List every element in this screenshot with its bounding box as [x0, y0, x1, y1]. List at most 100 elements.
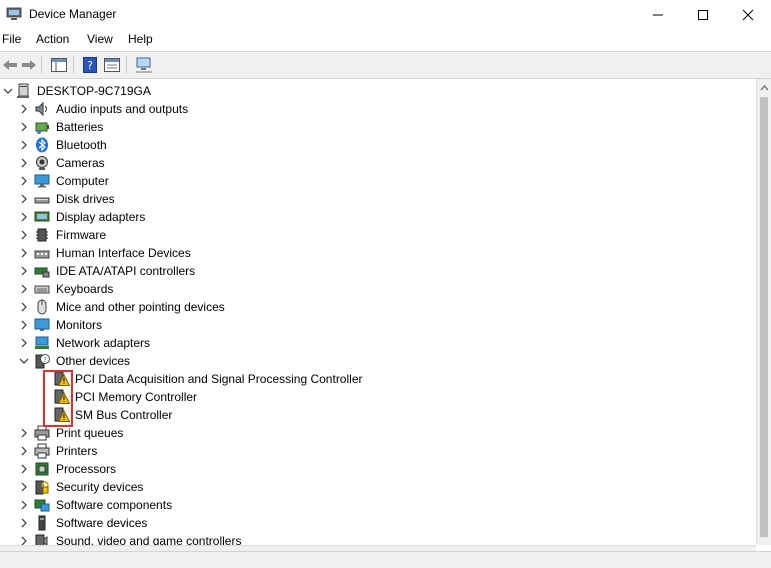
category-firmware[interactable]: Firmware	[0, 226, 740, 244]
camera-icon	[36, 156, 48, 170]
minimize-icon	[653, 14, 663, 15]
category-keyboards[interactable]: Keyboards	[0, 280, 740, 298]
category-ide-ata-atapi-controllers[interactable]: IDE ATA/ATAPI controllers	[0, 262, 740, 280]
expand-toggle[interactable]	[18, 103, 30, 115]
vertical-scrollbar[interactable]	[756, 79, 771, 545]
expand-toggle[interactable]	[18, 229, 30, 241]
category-computer[interactable]: Computer	[0, 172, 740, 190]
collapse-toggle[interactable]	[18, 355, 30, 367]
toolbar-separator	[73, 56, 74, 74]
category-print-queues[interactable]: Print queues	[0, 424, 740, 442]
expand-toggle[interactable]	[18, 139, 30, 151]
chevron-right-icon	[21, 212, 27, 222]
expand-toggle[interactable]	[18, 517, 30, 529]
category-cameras[interactable]: Cameras	[0, 154, 740, 172]
category-bluetooth[interactable]: Bluetooth	[0, 136, 740, 154]
chevron-right-icon	[21, 446, 27, 456]
expand-toggle[interactable]	[18, 283, 30, 295]
help-book-icon: ?	[83, 57, 97, 73]
maximize-icon	[698, 9, 708, 20]
expand-toggle[interactable]	[18, 121, 30, 133]
expand-toggle[interactable]	[18, 445, 30, 457]
category-software-components[interactable]: Software components	[0, 496, 740, 514]
expand-toggle[interactable]	[18, 175, 30, 187]
expand-toggle[interactable]	[18, 301, 30, 313]
category-processors[interactable]: Processors	[0, 460, 740, 478]
expand-toggle[interactable]	[18, 319, 30, 331]
expand-toggle[interactable]	[18, 481, 30, 493]
menu-action[interactable]: Action	[36, 32, 69, 46]
collapse-toggle[interactable]	[2, 85, 14, 97]
print-queue-icon	[34, 425, 50, 441]
expand-toggle[interactable]	[18, 499, 30, 511]
expand-toggle[interactable]	[18, 535, 30, 545]
title-bar: Device Manager	[0, 0, 771, 29]
computer-icon	[34, 174, 50, 188]
menu-help[interactable]: Help	[128, 32, 153, 46]
chevron-right-icon	[21, 536, 27, 545]
help-button[interactable]: ?	[80, 55, 100, 75]
expand-toggle[interactable]	[18, 337, 30, 349]
menu-view[interactable]: View	[87, 32, 113, 46]
category-display-adapters[interactable]: Display adapters	[0, 208, 740, 226]
category-other-devices[interactable]: ? Other devices	[0, 352, 740, 370]
chevron-right-icon	[21, 104, 27, 114]
expand-toggle[interactable]	[18, 463, 30, 475]
category-label: Batteries	[56, 120, 104, 134]
expand-toggle[interactable]	[18, 157, 30, 169]
device-pci-data-acquisition-controller[interactable]: PCI Data Acquisition and Signal Processi…	[0, 370, 740, 388]
minimize-button[interactable]	[635, 0, 681, 29]
warning-device-icon	[54, 389, 70, 404]
expand-toggle[interactable]	[18, 211, 30, 223]
unknown-device-icon: ?	[35, 354, 50, 369]
back-button[interactable]	[0, 55, 20, 75]
expand-toggle[interactable]	[18, 427, 30, 439]
back-arrow-icon	[3, 60, 17, 70]
close-button[interactable]	[725, 0, 771, 29]
toolbar-separator	[126, 56, 127, 74]
category-mice-and-other-pointing-devices[interactable]: Mice and other pointing devices	[0, 298, 740, 316]
menu-file[interactable]: File	[2, 32, 21, 46]
category-label: IDE ATA/ATAPI controllers	[56, 264, 196, 278]
category-security-devices[interactable]: Security devices	[0, 478, 740, 496]
category-audio-inputs-and-outputs[interactable]: Audio inputs and outputs	[0, 100, 740, 118]
chevron-right-icon	[21, 176, 27, 186]
category-printers[interactable]: Printers	[0, 442, 740, 460]
chevron-right-icon	[21, 194, 27, 204]
maximize-button[interactable]	[680, 0, 726, 29]
properties-button[interactable]	[102, 55, 122, 75]
category-network-adapters[interactable]: Network adapters	[0, 334, 740, 352]
expand-toggle[interactable]	[18, 265, 30, 277]
category-label: Processors	[56, 462, 117, 476]
window-title: Device Manager	[29, 7, 117, 21]
vertical-scroll-thumb[interactable]	[760, 97, 768, 537]
category-software-devices[interactable]: Software devices	[0, 514, 740, 532]
device-label: PCI Memory Controller	[75, 390, 198, 404]
security-device-icon	[35, 480, 49, 495]
device-manager-app-icon	[6, 7, 22, 20]
monitor-icon	[34, 318, 50, 331]
category-label: Print queues	[56, 426, 124, 440]
device-sm-bus-controller[interactable]: SM Bus Controller	[0, 406, 740, 424]
scan-hardware-button[interactable]	[134, 55, 154, 75]
device-pci-memory-controller[interactable]: PCI Memory Controller	[0, 388, 740, 406]
device-tree: DESKTOP-9C719GA Audio inputs and outputs…	[0, 79, 756, 545]
category-disk-drives[interactable]: Disk drives	[0, 190, 740, 208]
tree-root[interactable]: DESKTOP-9C719GA	[0, 82, 740, 100]
category-label: Firmware	[56, 228, 106, 242]
chevron-right-icon	[21, 320, 27, 330]
show-hide-console-tree-button[interactable]	[49, 55, 69, 75]
expand-toggle[interactable]	[18, 193, 30, 205]
chevron-right-icon	[21, 428, 27, 438]
chevron-right-icon	[21, 230, 27, 240]
category-human-interface-devices[interactable]: Human Interface Devices	[0, 244, 740, 262]
bluetooth-icon	[36, 137, 48, 153]
mouse-icon	[37, 299, 47, 315]
forward-button[interactable]	[19, 55, 39, 75]
category-label: Monitors	[56, 318, 103, 332]
software-component-icon	[34, 499, 50, 512]
category-sound-video-and-game-controllers[interactable]: Sound, video and game controllers	[0, 532, 740, 545]
category-batteries[interactable]: Batteries	[0, 118, 740, 136]
category-monitors[interactable]: Monitors	[0, 316, 740, 334]
expand-toggle[interactable]	[18, 247, 30, 259]
